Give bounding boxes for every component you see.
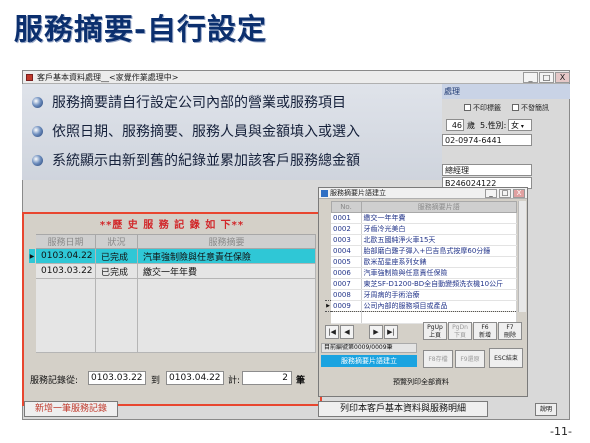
delete-phrase-button[interactable]: F7 刪除 <box>498 322 522 340</box>
page-down-button[interactable]: PgDn 下頁 <box>448 322 472 340</box>
dialog-minimize-button[interactable]: _ <box>485 189 497 198</box>
exit-button[interactable]: ESC結束 <box>489 348 523 368</box>
amount-label: 筆 <box>296 376 306 386</box>
range-to-field[interactable]: 0103.04.22 <box>166 371 224 385</box>
range-from-field[interactable]: 0103.03.22 <box>88 371 146 385</box>
count-field: 2 <box>242 371 292 385</box>
add-service-record-button[interactable]: 新增一筆服務記錄 <box>24 401 118 417</box>
minimize-button[interactable]: _ <box>523 72 538 83</box>
window-title-bar: 客戶基本資料處理__<家覺作業處理中> <box>23 71 569 84</box>
col-no: No. <box>330 201 362 213</box>
chevron-down-icon: ▾ <box>519 123 524 130</box>
dialog-close-button[interactable]: X <box>513 189 525 198</box>
col-status: 狀況 <box>95 234 138 249</box>
job-title-field[interactable]: 總經理 <box>442 164 532 176</box>
app-icon <box>26 74 33 81</box>
dialog-title: 服務摘要片語建立 <box>330 189 386 197</box>
age-field[interactable]: 46 <box>446 119 464 131</box>
list-item[interactable]: 0002 牙齒冷光美白 <box>325 223 517 235</box>
maximize-button[interactable]: □ <box>539 72 554 83</box>
range-label: 服務記錄從: <box>30 376 79 386</box>
col-date: 服務日期 <box>35 234 96 249</box>
no-send-sms-checkbox[interactable]: 不發簡訊 <box>512 103 549 113</box>
table-row[interactable]: ▶ 0103.04.22 已完成 汽車強制險與任意責任保險 <box>28 248 316 264</box>
bullet-item: 依照日期、服務摘要、服務人員與金額填入或選入 <box>32 121 360 141</box>
sex-select[interactable]: 女 ▾ <box>508 119 532 131</box>
restore-button[interactable]: F9還原 <box>455 350 485 368</box>
service-history-panel: **歷 史 服 務 記 錄 如 下** 服務日期 狀況 服務摘要 ▶ 0103.… <box>22 212 322 406</box>
add-phrase-button[interactable]: F6 新增 <box>473 322 497 340</box>
list-item[interactable]: 0001 繳交一年年費 <box>325 212 517 224</box>
bullet-item: 系統顯示由新到舊的紀錄並累加該客戶服務總金額 <box>32 150 360 170</box>
list-item[interactable]: 0008 牙周病的手術治療 <box>325 289 517 301</box>
last-record-button[interactable]: ▶| <box>384 325 398 339</box>
no-print-label-checkbox[interactable]: 不印標籤 <box>464 103 501 113</box>
page-number: -11- <box>550 425 572 438</box>
phone-field[interactable]: 02-0974-6441 <box>442 134 532 146</box>
next-record-button[interactable]: ▶ <box>369 325 383 339</box>
preview-print-all-button[interactable]: 預覽列印全部資料 <box>371 377 471 387</box>
page-up-button[interactable]: PgUp 上頁 <box>423 322 447 340</box>
table-row[interactable]: 0103.03.22 已完成 繳交一年年費 <box>28 263 316 279</box>
history-title: **歷 史 服 務 記 錄 如 下** <box>99 220 245 231</box>
list-item[interactable]: ▶ 0009 公司內部的服務項目或產品 <box>325 300 517 312</box>
phrase-table: No. 服務摘要片語 0001 繳交一年年費 0002 牙齒冷光美白 0003 北歐五… <box>325 201 517 324</box>
col-phrase: 服務摘要片語 <box>360 201 517 213</box>
right-panel-header: 處理 <box>442 84 570 99</box>
phrase-scrollbar[interactable] <box>518 201 526 312</box>
dialog-maximize-button[interactable]: □ <box>499 189 511 198</box>
age-unit: 歲 <box>467 121 475 130</box>
save-button[interactable]: F8存檔 <box>423 350 453 368</box>
to-label: 到 <box>151 376 161 386</box>
slide-title: 服務摘要-自行設定 <box>14 12 268 46</box>
count-label: 計: <box>228 376 241 386</box>
help-button[interactable]: 說明 <box>535 403 557 416</box>
bullet-icon <box>32 97 43 108</box>
list-item[interactable]: 0005 歐米茄星座系列女錶 <box>325 256 517 268</box>
list-item[interactable]: 0004 胎部磨白雞子彈入+巴吉島式按摩60分鐘 <box>325 245 517 257</box>
bullet-icon <box>32 126 43 137</box>
dialog-caption: 服務摘要片語建立 <box>321 355 417 367</box>
list-item[interactable]: 0006 汽車強制險與任意責任保險 <box>325 267 517 279</box>
phrase-dialog: 服務摘要片語建立 _ □ X No. 服務摘要片語 0001 繳交一年年費 000… <box>318 187 528 397</box>
record-status: 目前編號第0009/0009筆 <box>321 343 417 353</box>
list-item[interactable]: 0007 東芝SF-D1200-BD全自動變頻洗衣機10公斤 <box>325 278 517 290</box>
list-item[interactable]: 0003 北歐五國純淨火車15天 <box>325 234 517 246</box>
row-pointer-icon: ▶ <box>28 248 36 264</box>
first-record-button[interactable]: |◀ <box>325 325 339 339</box>
sex-label: 5.性別: <box>480 121 507 130</box>
bullet-item: 服務摘要請自行設定公司內部的營業或服務項目 <box>32 92 346 112</box>
history-table: 服務日期 狀況 服務摘要 ▶ 0103.04.22 已完成 汽車強制險與任意責任… <box>28 234 316 353</box>
dialog-app-icon <box>321 190 328 197</box>
col-summary: 服務摘要 <box>137 234 316 249</box>
window-title: 客戶基本資料處理__<家覺作業處理中> <box>37 73 179 82</box>
bullet-icon <box>32 155 43 166</box>
bullet-panel: 服務摘要請自行設定公司內部的營業或服務項目 依照日期、服務摘要、服務人員與金額填… <box>22 84 442 180</box>
prev-record-button[interactable]: ◀ <box>340 325 354 339</box>
print-customer-details-button[interactable]: 列印本客戶基本資料與服務明細 <box>318 401 488 417</box>
close-button[interactable]: X <box>555 72 570 83</box>
